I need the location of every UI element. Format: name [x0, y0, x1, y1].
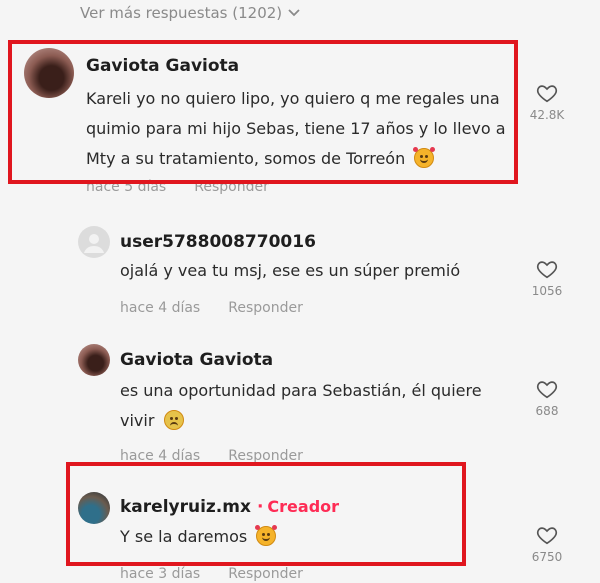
- comment-meta: hace 3 días Responder: [120, 566, 303, 582]
- comment-meta: hace 4 días Responder: [120, 448, 303, 464]
- comment-time: hace 4 días: [120, 300, 201, 316]
- default-avatar-icon: [84, 234, 104, 253]
- comment-text: es una oportunidad para Sebastián, él qu…: [120, 376, 520, 436]
- comment-line: Kareli yo no quiero lipo, yo quiero q me…: [86, 89, 500, 108]
- avatar[interactable]: [78, 226, 110, 258]
- comment-line: Mty a su tratamiento, somos de Torreón: [86, 144, 526, 174]
- comment-line: Y se la daremos: [120, 522, 440, 552]
- comment-username[interactable]: Gaviota Gaviota: [120, 350, 273, 370]
- comment-username: karelyruiz.mx · Creador: [120, 497, 339, 517]
- like-button[interactable]: 688: [517, 378, 577, 418]
- comment-username[interactable]: Gaviota Gaviota: [86, 56, 239, 76]
- avatar[interactable]: [78, 492, 110, 524]
- heart-outline-icon: [536, 381, 558, 399]
- smiling-face-with-hearts-emoji: [255, 525, 278, 546]
- view-more-replies-link[interactable]: Ver más respuestas (1202): [80, 4, 300, 22]
- reply-button[interactable]: Responder: [228, 566, 303, 582]
- comment-time: hace 5 días: [86, 179, 167, 195]
- heart-outline-icon: [536, 85, 558, 103]
- comment-line: quimio para mi hijo Sebas, tiene 17 años…: [86, 119, 506, 138]
- creator-badge: Creador: [267, 497, 340, 516]
- comment-text: Y se la daremos: [120, 522, 440, 552]
- comment-meta: hace 4 días Responder: [120, 300, 303, 316]
- comment-line: vivir: [120, 406, 520, 436]
- view-more-replies-label: Ver más respuestas (1202): [80, 4, 283, 22]
- heart-outline-icon: [536, 527, 558, 545]
- comment-line: ojalá y vea tu msj, ese es un súper prem…: [120, 261, 461, 280]
- creator-username[interactable]: karelyruiz.mx: [120, 497, 251, 517]
- reply-button[interactable]: Responder: [228, 448, 303, 464]
- like-count: 1056: [531, 284, 563, 298]
- comment-time: hace 4 días: [120, 448, 201, 464]
- comment-username[interactable]: user5788008770016: [120, 232, 316, 252]
- chevron-down-icon: [288, 6, 300, 20]
- like-button[interactable]: 1056: [517, 258, 577, 298]
- like-button[interactable]: 6750: [517, 524, 577, 564]
- avatar[interactable]: [24, 48, 74, 98]
- comment-text: Kareli yo no quiero lipo, yo quiero q me…: [86, 84, 526, 174]
- comment-line: es una oportunidad para Sebastián, él qu…: [120, 381, 482, 400]
- like-count: 42.8K: [529, 108, 565, 122]
- reply-button[interactable]: Responder: [228, 300, 303, 316]
- like-count: 6750: [531, 550, 563, 564]
- like-count: 688: [535, 404, 559, 418]
- like-button[interactable]: 42.8K: [517, 82, 577, 122]
- comment-time: hace 3 días: [120, 566, 201, 582]
- sad-face-emoji: [163, 410, 184, 430]
- separator-dot: ·: [256, 497, 264, 517]
- heart-outline-icon: [536, 261, 558, 279]
- comment-meta: hace 5 días Responder: [86, 179, 269, 195]
- comment-text: ojalá y vea tu msj, ese es un súper prem…: [120, 256, 520, 286]
- avatar[interactable]: [78, 344, 110, 376]
- smiling-face-with-hearts-emoji: [413, 147, 436, 168]
- reply-button[interactable]: Responder: [194, 179, 269, 195]
